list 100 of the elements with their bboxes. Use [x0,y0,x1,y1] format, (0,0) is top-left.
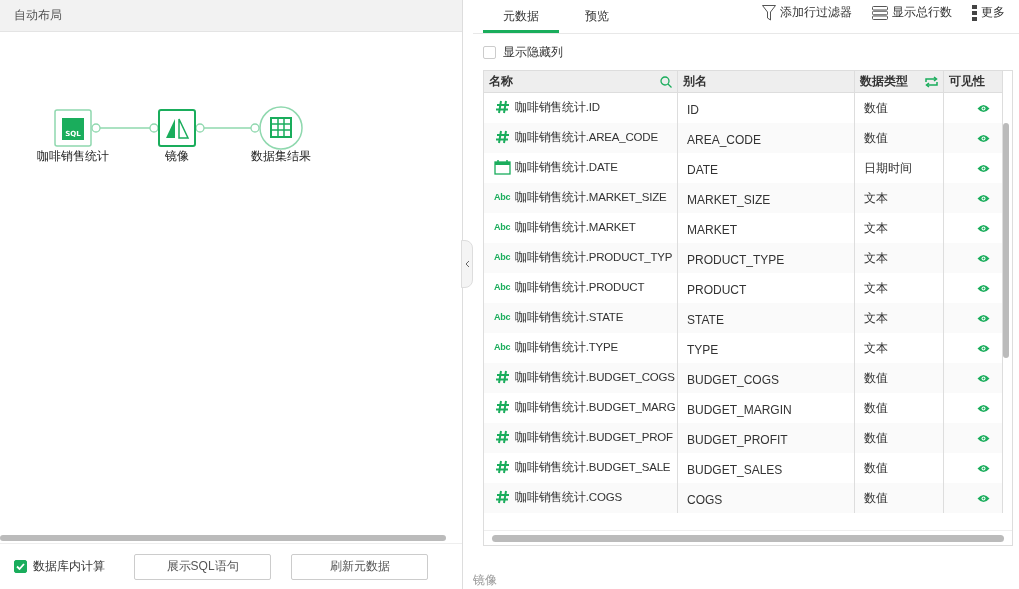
rows-icon [872,5,888,20]
calendar-icon [494,160,511,175]
table-cell: DATE [687,162,719,177]
search-icon[interactable] [660,75,672,88]
eye-icon[interactable] [977,403,990,413]
toolbar-action[interactable]: 更多 [981,4,1005,21]
table-cell: 数值 [864,489,888,507]
text-type-icon: Abc [494,250,511,262]
eye-icon[interactable] [977,433,990,443]
column-header: 别名 [683,73,707,90]
table-cell: COGS [687,492,723,507]
eye-icon[interactable] [977,133,990,143]
tab[interactable]: 元数据 [483,0,559,33]
hash-icon [494,430,511,444]
table-cell: AREA_CODE [687,132,762,147]
node-label: 镜像 [165,149,189,163]
text-type-icon: Abc [494,340,511,352]
hash-icon [494,100,511,114]
table-cell: 咖啡销售统计.BUDGET_COGS [515,370,675,385]
eye-icon[interactable] [977,463,990,473]
table-cell: 数值 [864,429,888,447]
table-cell: BUDGET_MARGIN [687,402,792,417]
checkbox-label: 数据库内计算 [33,558,105,575]
more-icon [972,4,977,21]
table-cell: 咖啡销售统计.BUDGET_SALE [515,460,671,475]
eye-icon[interactable] [977,313,990,323]
node-name: 镜像 [473,572,498,589]
table-cell: 文本 [864,339,888,357]
mirror-node[interactable] [158,109,196,147]
table-cell: 咖啡销售统计.PRODUCT [515,280,645,295]
table-cell: 咖啡销售统计.TYPE [515,340,619,355]
scrollbar[interactable] [0,535,446,541]
scrollbar[interactable] [492,534,1004,542]
toolbar-action[interactable]: 显示总行数 [892,4,952,21]
checkbox[interactable] [14,560,27,573]
table-cell: 文本 [864,249,888,267]
eye-icon[interactable] [977,163,990,173]
eye-icon[interactable] [977,373,990,383]
panel-title: 自动布局 [14,7,62,24]
table-cell: 咖啡销售统计.DATE [515,160,618,175]
action-button[interactable]: 刷新元数据 [291,553,428,580]
connector-line [91,123,159,133]
table-cell: 咖啡销售统计.MARKET [515,220,636,235]
table-cell: MARKET_SIZE [687,192,771,207]
checkbox[interactable] [483,45,496,59]
column-header: 名称 [489,73,513,90]
hash-icon [494,130,511,144]
eye-icon[interactable] [977,193,990,203]
table-cell: 咖啡销售统计.STATE [515,310,624,325]
text-type-icon: Abc [494,220,511,232]
filter-icon [762,4,776,21]
eye-icon[interactable] [977,493,990,503]
eye-icon[interactable] [977,343,990,353]
table-cell: 数值 [864,99,888,117]
table-cell: 文本 [864,219,888,237]
eye-icon[interactable] [977,223,990,233]
eye-icon[interactable] [977,103,990,113]
table-cell: PRODUCT [687,282,747,297]
node-label: 数据集结果 [251,149,311,163]
hash-icon [494,490,511,504]
table-cell: 数值 [864,399,888,417]
connector-line [195,123,260,133]
hash-icon [494,460,511,474]
table-cell: TYPE [687,342,719,357]
table-cell: BUDGET_PROFIT [687,432,788,447]
table-cell: PRODUCT_TYPE [687,252,785,267]
action-button[interactable]: 展示SQL语句 [134,553,272,580]
eye-icon[interactable] [977,253,990,263]
scrollbar[interactable] [1003,123,1009,358]
table-cell: 数值 [864,369,888,387]
table-cell: 咖啡销售统计.ID [515,100,600,115]
table-cell: ID [687,102,699,117]
table-cell: 咖啡销售统计.PRODUCT_TYP [515,250,673,265]
table-cell: 咖啡销售统计.MARKET_SIZE [515,190,667,205]
table-cell: 文本 [864,189,888,207]
hash-icon [494,370,511,384]
node-label: 咖啡销售统计 [37,149,109,163]
table-cell: 文本 [864,279,888,297]
table-cell: 日期时间 [864,159,912,177]
result-node[interactable] [259,106,303,150]
table-cell: BUDGET_COGS [687,372,779,387]
table-cell: 咖啡销售统计.COGS [515,490,622,505]
table-cell: 文本 [864,309,888,327]
table-cell: 咖啡销售统计.BUDGET_MARG [515,400,676,415]
column-header: 可见性 [949,73,985,90]
toolbar-action[interactable]: 添加行过滤器 [780,4,852,21]
text-type-icon: Abc [494,280,511,292]
table-cell: 数值 [864,129,888,147]
hash-icon [494,400,511,414]
column-header: 数据类型 [860,73,908,90]
text-type-icon: Abc [494,190,511,202]
swap-icon[interactable] [925,75,938,88]
table-cell: BUDGET_SALES [687,462,783,477]
table-cell: 咖啡销售统计.AREA_CODE [515,130,658,145]
tab[interactable]: 预览 [559,0,635,33]
collapse-handle[interactable] [461,240,473,288]
eye-icon[interactable] [977,283,990,293]
table-cell: 咖啡销售统计.BUDGET_PROF [515,430,673,445]
checkbox-label: 显示隐藏列 [503,43,563,61]
table-cell: 数值 [864,459,888,477]
